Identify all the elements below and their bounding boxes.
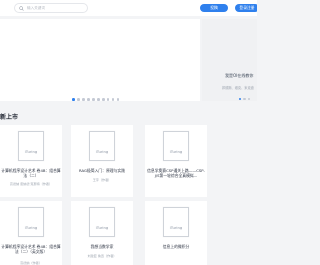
side-dot[interactable]	[239, 98, 242, 101]
book-author: 高德纳 唐纳德·克努特（作者）	[9, 182, 53, 186]
login-register-button[interactable]: 登录注册	[235, 4, 257, 12]
hero-dot[interactable]	[96, 98, 100, 101]
hero-dot[interactable]	[111, 98, 115, 101]
book-cover[interactable]: iTuring	[89, 207, 115, 237]
hero-dot[interactable]	[101, 98, 105, 101]
cover-logo-text: iTuring	[24, 149, 38, 154]
book-title[interactable]: 信息上的微积分	[145, 244, 207, 249]
hero-dot[interactable]	[72, 98, 75, 101]
hero-dot[interactable]	[106, 98, 110, 101]
side-promo-subtitle: 邦德斯、维克、米克迪	[222, 86, 254, 90]
search-placeholder: 输入关键词	[27, 5, 45, 10]
book-cover[interactable]: iTuring	[18, 207, 44, 237]
book-title[interactable]: 信息学奥赛CSP通关上路——CSP-J/S第一轮综合全真模拟...	[145, 168, 207, 178]
side-promo-title: 我是OI在线教你	[225, 73, 254, 78]
hero-dot[interactable]	[81, 98, 85, 101]
book-title[interactable]: 计算机程序设计艺术 卷4B：组合算法（二）	[0, 168, 62, 178]
publish-button[interactable]: 投稿	[200, 4, 228, 12]
side-carousel-dots	[239, 98, 251, 101]
book-author: 高德纳（作者）	[20, 261, 42, 265]
side-dot[interactable]	[247, 98, 251, 101]
app-root: 输入关键词 投稿 登录注册 我是OI在线教你 邦德斯、维克、米克迪 新上市 iT…	[0, 0, 257, 265]
hero-dot[interactable]	[91, 98, 95, 101]
search-icon	[19, 5, 24, 11]
book-cover[interactable]: iTuring	[18, 131, 44, 161]
cover-logo-text: iTuring	[95, 225, 109, 230]
book-card[interactable]: iTuring 我想当数学家 刘建亚 鲁迅（作者）	[71, 201, 133, 265]
top-header: 输入关键词 投稿 登录注册	[0, 0, 257, 16]
search-input[interactable]: 输入关键词	[14, 3, 88, 13]
cover-logo-text: iTuring	[24, 225, 38, 230]
book-cover[interactable]: iTuring	[163, 207, 189, 237]
cover-logo-text: iTuring	[95, 149, 109, 154]
side-dot[interactable]	[243, 98, 246, 101]
hero-dot[interactable]	[86, 98, 90, 101]
book-cover[interactable]: iTuring	[89, 131, 115, 161]
book-card[interactable]: iTuring 计算机程序设计艺术 卷4B：组合算法（二） 高德纳 唐纳德·克努…	[0, 125, 62, 197]
book-card[interactable]: iTuring 信息学奥赛CSP通关上路——CSP-J/S第一轮综合全真模拟..…	[145, 125, 207, 197]
hero-dot[interactable]	[76, 98, 80, 101]
book-title[interactable]: 我想当数学家	[71, 244, 133, 249]
hero-dot[interactable]	[116, 98, 120, 101]
book-title[interactable]: 计算机程序设计艺术 卷4B：组合算法（二）（英文版）	[0, 244, 62, 254]
book-title[interactable]: RAG极简入门：原理与实践	[71, 168, 133, 173]
section-title: 新上市	[0, 114, 19, 121]
hero-carousel-dots	[72, 98, 120, 101]
book-card[interactable]: iTuring 计算机程序设计艺术 卷4B：组合算法（二）（英文版） 高德纳（作…	[0, 201, 62, 265]
book-card[interactable]: iTuring RAG极简入门：原理与实践 王宇（作者）	[71, 125, 133, 197]
hero-banner[interactable]	[0, 19, 200, 101]
cover-logo-text: iTuring	[169, 149, 183, 154]
cover-logo-text: iTuring	[169, 225, 183, 230]
book-cover[interactable]: iTuring	[163, 131, 189, 161]
book-author: 刘建亚 鲁迅（作者）	[87, 254, 117, 258]
book-author: 王宇（作者）	[92, 178, 112, 182]
book-card[interactable]: iTuring 信息上的微积分	[145, 201, 207, 265]
